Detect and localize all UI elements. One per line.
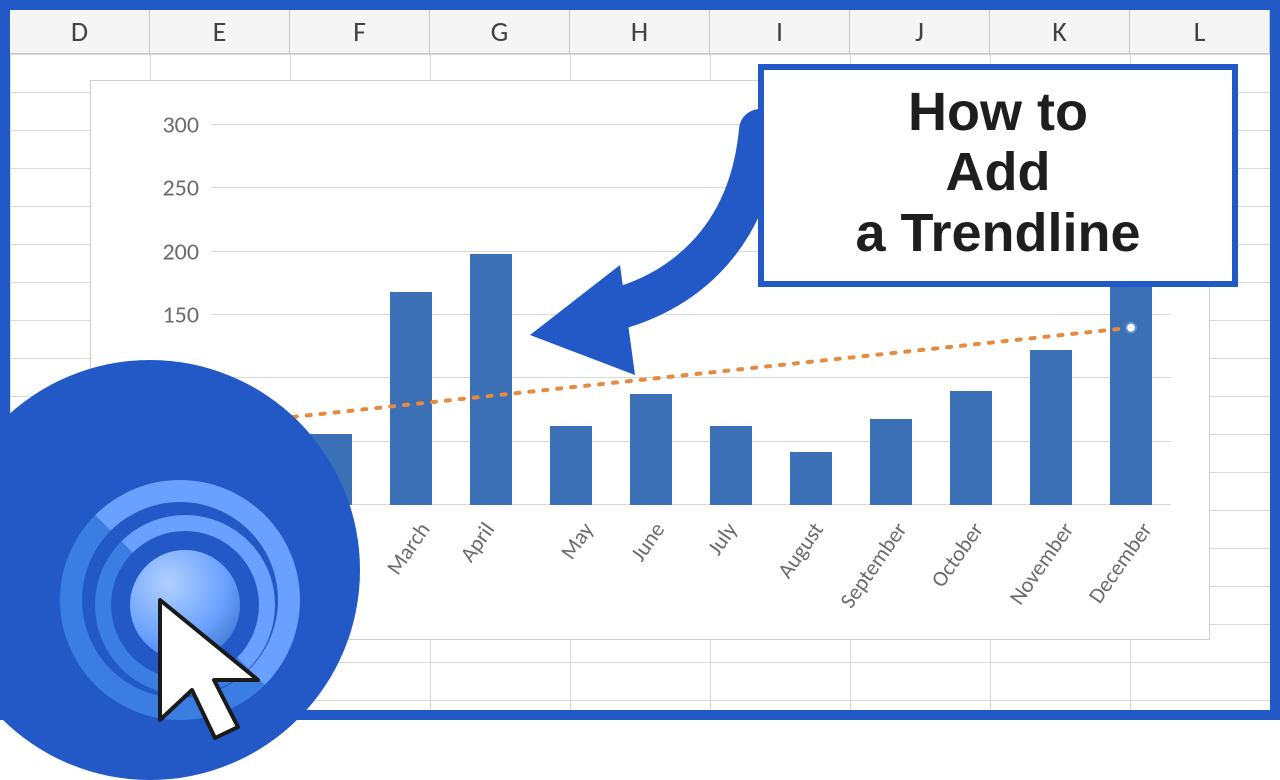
col-header[interactable]: K	[990, 10, 1130, 53]
col-header[interactable]: D	[10, 10, 150, 53]
spreadsheet-column-headers: D E F G H I J K L	[10, 10, 1270, 54]
callout-line: a Trendline	[786, 203, 1210, 263]
x-tick: December	[1082, 517, 1157, 608]
col-header[interactable]: J	[850, 10, 990, 53]
cursor-icon	[140, 590, 280, 750]
x-tick: November	[1003, 517, 1079, 610]
col-header[interactable]: L	[1130, 10, 1270, 53]
y-tick: 250	[101, 174, 211, 203]
callout-box: How to Add a Trendline	[758, 64, 1238, 287]
x-tick: March	[381, 517, 436, 580]
x-tick: September	[834, 517, 913, 613]
x-tick: April	[454, 517, 500, 567]
col-header[interactable]: G	[430, 10, 570, 53]
callout-line: Add	[786, 142, 1210, 202]
col-header[interactable]: H	[570, 10, 710, 53]
y-tick: 300	[101, 111, 211, 140]
callout-line: How to	[786, 82, 1210, 142]
arrow-icon	[500, 100, 800, 380]
x-tick: July	[701, 517, 742, 560]
x-tick: June	[625, 517, 671, 566]
col-header[interactable]: E	[150, 10, 290, 53]
x-tick: May	[555, 517, 599, 564]
y-tick: 150	[101, 301, 211, 330]
x-tick: October	[925, 517, 989, 592]
x-tick: August	[771, 517, 829, 583]
y-tick: 200	[101, 237, 211, 266]
col-header[interactable]: I	[710, 10, 850, 53]
col-header[interactable]: F	[290, 10, 430, 53]
